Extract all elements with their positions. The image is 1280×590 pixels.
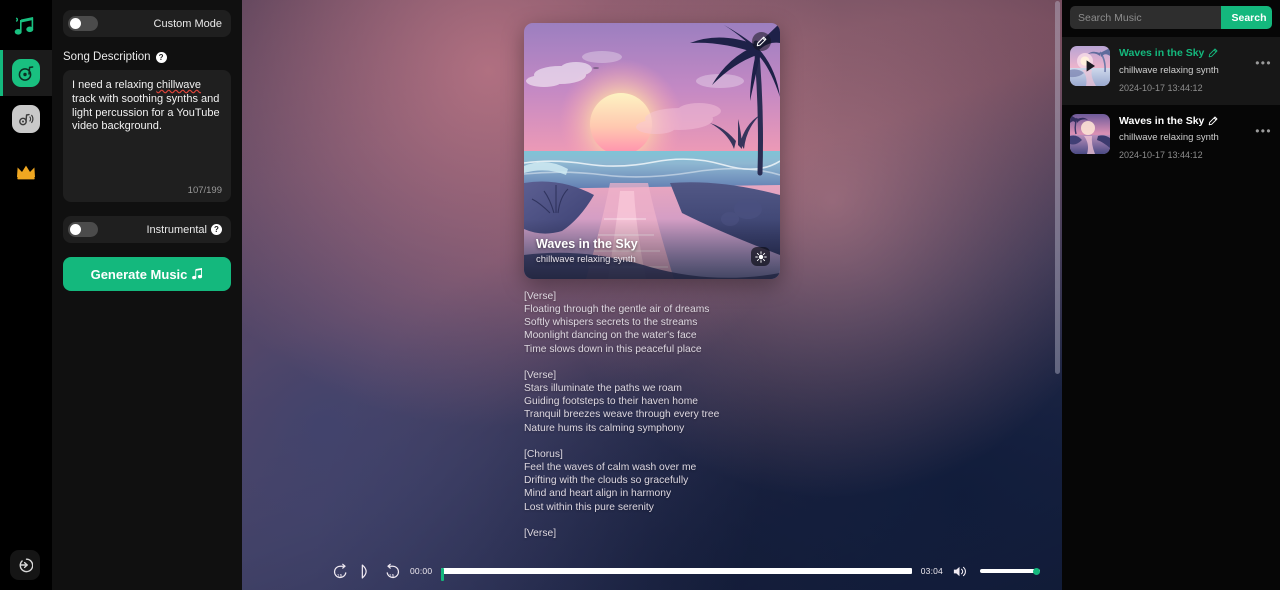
app-logo[interactable] — [0, 6, 52, 50]
track-subtitle: chillwave relaxing synth — [1119, 132, 1219, 144]
track-thumbnail[interactable] — [1070, 46, 1110, 86]
enhance-artwork-button[interactable] — [751, 247, 770, 266]
track-date: 2024-10-17 13:44:12 — [1119, 150, 1203, 161]
search-row: Search — [1070, 6, 1272, 29]
lyrics-scrollbar[interactable] — [1055, 1, 1060, 374]
seek-handle[interactable] — [441, 567, 445, 581]
svg-text:15: 15 — [389, 572, 395, 578]
track-title: Waves in the Sky — [1119, 114, 1205, 127]
track-meta: Waves in the Sky chillwave relaxing synt… — [1119, 114, 1246, 164]
play-button[interactable] — [358, 563, 375, 580]
play-icon — [361, 563, 367, 579]
upgrade-premium-button[interactable] — [0, 152, 52, 192]
more-options-icon[interactable]: ••• — [1255, 46, 1272, 70]
music-waves-icon — [12, 105, 40, 133]
list-item[interactable]: Waves in the Sky chillwave relaxing synt… — [1062, 37, 1280, 105]
volume-track — [980, 569, 1040, 573]
sidebar-item-create-music[interactable] — [0, 50, 52, 96]
generate-music-button[interactable]: Generate Music — [63, 257, 231, 291]
pencil-edit-icon[interactable] — [1208, 116, 1218, 126]
pencil-edit-icon[interactable] — [1208, 48, 1218, 58]
sidebar-item-library[interactable] — [0, 96, 52, 142]
stage-scroll-area: Waves in the Sky chillwave relaxing synt… — [242, 0, 1062, 590]
rewind-15-icon: 15 — [333, 563, 347, 578]
lyrics-text: [Verse] Floating through the gentle air … — [524, 291, 720, 539]
sparkle-icon — [754, 250, 767, 263]
search-input[interactable] — [1070, 6, 1221, 29]
volume-slider[interactable] — [980, 567, 1040, 575]
instrumental-switch[interactable] — [68, 222, 98, 237]
seek-track — [441, 568, 912, 574]
main-stage: Waves in the Sky chillwave relaxing synt… — [242, 0, 1062, 590]
question-mark-icon[interactable]: ? — [155, 51, 167, 63]
edit-artwork-button[interactable] — [752, 32, 771, 51]
artwork-subtitle: chillwave relaxing synth — [536, 254, 636, 265]
seek-slider[interactable] — [441, 567, 912, 581]
instrumental-label: Instrumental — [146, 223, 207, 236]
custom-mode-label: Custom Mode — [153, 17, 222, 30]
character-counter: 107/199 — [187, 185, 222, 196]
song-description-label: Song Description — [63, 51, 151, 63]
rail-divider — [0, 142, 52, 152]
generation-panel: Custom Mode Song Description ? I need a … — [52, 0, 242, 590]
track-title-row: Waves in the Sky — [1119, 47, 1246, 60]
music-note-icon — [192, 268, 203, 280]
play-icon — [1086, 60, 1095, 72]
track-title-row: Waves in the Sky — [1119, 115, 1246, 128]
list-item[interactable]: Waves in the Sky chillwave relaxing synt… — [1062, 105, 1280, 173]
pencil-edit-icon — [756, 36, 767, 47]
crown-icon — [17, 165, 35, 180]
song-description-value: I need a relaxing chillwave track with s… — [72, 79, 220, 133]
rewind-15-button[interactable]: 15 — [332, 563, 349, 580]
exit-arrow-icon — [19, 558, 33, 573]
forward-15-icon: 15 — [386, 563, 400, 578]
artwork-title: Waves in the Sky — [536, 237, 638, 252]
music-disc-icon — [12, 59, 40, 87]
instrumental-toggle-row[interactable]: Instrumental ? — [63, 216, 231, 243]
more-options-icon[interactable]: ••• — [1255, 114, 1272, 138]
thumbnail-image — [1070, 113, 1110, 154]
album-artwork[interactable]: Waves in the Sky chillwave relaxing synt… — [524, 23, 780, 279]
song-description-label-row: Song Description ? — [63, 51, 231, 63]
forward-15-button[interactable]: 15 — [384, 563, 401, 580]
track-meta: Waves in the Sky chillwave relaxing synt… — [1119, 46, 1246, 96]
volume-button[interactable] — [952, 564, 967, 579]
misspelled-word: chillwave — [156, 79, 202, 91]
custom-mode-toggle-row[interactable]: Custom Mode — [63, 10, 231, 37]
total-time: 03:04 — [920, 566, 943, 576]
instrumental-label-group: Instrumental ? — [146, 224, 222, 236]
icon-rail — [0, 0, 52, 590]
custom-mode-switch[interactable] — [68, 16, 98, 31]
player-bar: 15 15 00:00 03:04 — [242, 552, 1062, 590]
track-title: Waves in the Sky — [1119, 47, 1205, 59]
svg-text:15: 15 — [337, 572, 343, 578]
track-date: 2024-10-17 13:44:12 — [1119, 82, 1203, 93]
current-time: 00:00 — [410, 566, 433, 576]
song-description-input[interactable]: I need a relaxing chillwave track with s… — [63, 70, 231, 202]
play-overlay[interactable] — [1070, 46, 1110, 86]
track-subtitle: chillwave relaxing synth — [1119, 64, 1219, 76]
app-root: Custom Mode Song Description ? I need a … — [0, 0, 1280, 590]
volume-handle[interactable] — [1033, 567, 1040, 575]
generate-music-label: Generate Music — [90, 266, 188, 282]
artwork-caption: Waves in the Sky chillwave relaxing synt… — [536, 237, 638, 265]
question-mark-icon[interactable]: ? — [211, 224, 222, 235]
music-notes-logo-icon — [14, 17, 34, 35]
exit-button[interactable] — [10, 550, 40, 580]
volume-icon — [953, 566, 966, 576]
music-library-panel: Search Music Search Waves in the Sky chi… — [1062, 0, 1280, 590]
search-button[interactable]: Search — [1221, 6, 1272, 29]
track-thumbnail[interactable] — [1070, 113, 1110, 154]
